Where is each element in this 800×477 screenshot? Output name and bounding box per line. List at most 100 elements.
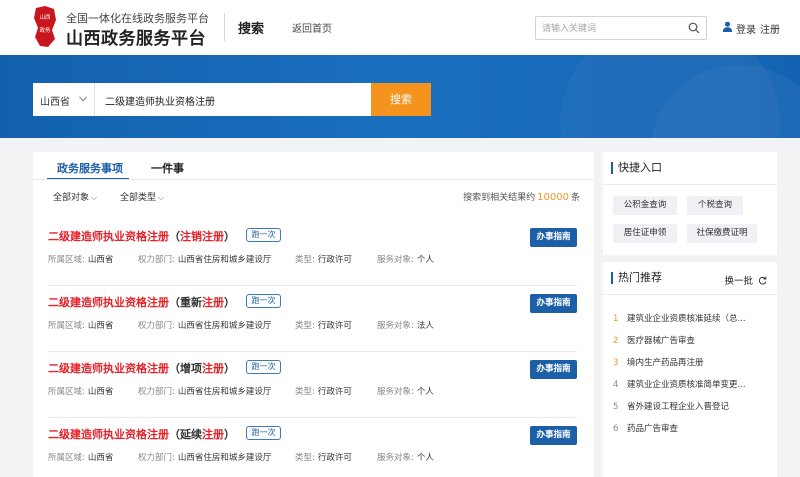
result-title-link[interactable]: 二级建造师执业资格注册（注销注册） (48, 228, 235, 244)
results-panel: 政务服务事项 一件事 全部对象 ⌵ 全部类型 ⌵ 搜索到相关结果约 10000 条 二级… (33, 152, 594, 477)
svg-text:山西: 山西 (39, 13, 51, 21)
meta-area-label: 所属区域: (48, 321, 85, 331)
result-title-link[interactable]: 二级建造师执业资格注册（增项注册） (48, 360, 235, 376)
service-guide-button[interactable]: 办事指南 (530, 360, 577, 379)
result-title-paren-close: ） (224, 296, 235, 309)
result-item: 二级建造师执业资格注册（增项注册） 跑一次 所属区域: 山西省 权力部门: 山西省住… (33, 352, 594, 418)
meta-area-label: 所属区域: (48, 387, 85, 397)
tab-gov-services[interactable]: 政务服务事项 (57, 160, 123, 176)
result-title-main: 二级建造师执业资格注册 (48, 428, 169, 441)
meta-type-label: 类型: (295, 453, 315, 463)
service-guide-button[interactable]: 办事指南 (530, 228, 577, 247)
hot-rank: 1 (613, 314, 619, 324)
meta-dept-value: 山西省住房和城乡建设厅 (177, 387, 272, 397)
refresh-batch-label: 换一批 (724, 276, 753, 287)
run-once-badge: 跑一次 (246, 228, 281, 242)
main-search-input[interactable]: 二级建造师执业资格注册 (105, 93, 215, 108)
panel-divider (603, 294, 777, 295)
meta-area-value: 山西省 (87, 255, 114, 265)
search-icon[interactable] (688, 22, 700, 34)
hot-list-item[interactable]: 2 医疗器械广告审查 (613, 334, 695, 346)
meta-area-value: 山西省 (87, 387, 114, 397)
meta-target-label: 服务对象: (377, 321, 414, 331)
hot-recommend-title: 热门推荐 (611, 272, 662, 284)
meta-target: 服务对象: 个人 (377, 451, 434, 463)
login-link[interactable]: 登录 (736, 21, 756, 36)
filter-type-dropdown[interactable]: 全部类型 ⌵ (120, 190, 164, 203)
chevron-down-icon (79, 96, 87, 102)
hot-rank: 6 (613, 424, 619, 434)
search-button[interactable]: 搜索 (371, 83, 431, 116)
result-title-paren-close: ） (224, 362, 235, 375)
meta-dept: 权力部门: 山西省住房和城乡建设厅 (138, 385, 271, 397)
quick-link-residence-permit[interactable]: 居住证申领 (613, 224, 677, 243)
register-link[interactable]: 注册 (760, 21, 780, 36)
shanxi-logo-icon[interactable]: 山西 政务 (32, 6, 58, 48)
hot-item-label: 建筑业企业资质核准简单变更... (627, 380, 746, 390)
hot-list-item[interactable]: 3 境内生产药品再注册 (613, 356, 704, 368)
meta-dept-value: 山西省住房和城乡建设厅 (177, 453, 272, 463)
result-title-paren-open: （延续 (169, 428, 202, 441)
meta-dept-label: 权力部门: (138, 255, 175, 265)
hot-recommend-panel: 热门推荐 换一批 1 建筑业企业资质核准延续（总... 2 医疗器械广告审查 3 境内… (603, 262, 777, 477)
region-select[interactable]: 山西省 (33, 83, 95, 116)
meta-target-label: 服务对象: (377, 255, 414, 265)
meta-type-label: 类型: (295, 387, 315, 397)
svg-text:政务: 政务 (39, 26, 51, 34)
platform-title[interactable]: 山西政务服务平台 (66, 24, 206, 49)
result-title-main: 二级建造师执业资格注册 (48, 230, 169, 243)
quick-link-social-security[interactable]: 社保缴费证明 (687, 224, 757, 243)
filter-object-label: 全部对象 (53, 193, 90, 203)
hot-list-item[interactable]: 6 药品广告审查 (613, 422, 678, 434)
meta-target-value: 个人 (416, 453, 434, 463)
quick-link-housing-fund[interactable]: 公积金查询 (613, 196, 677, 215)
meta-area: 所属区域: 山西省 (48, 385, 113, 397)
hot-list-item[interactable]: 1 建筑业企业资质核准延续（总... (613, 312, 746, 324)
meta-dept: 权力部门: 山西省住房和城乡建设厅 (138, 253, 271, 265)
meta-dept: 权力部门: 山西省住房和城乡建设厅 (138, 319, 271, 331)
chevron-down-icon: ⌵ (91, 193, 98, 202)
meta-target: 服务对象: 个人 (377, 385, 434, 397)
quick-entry-panel: 快捷入口 公积金查询 个税查询 居住证申领 社保缴费证明 (603, 152, 777, 255)
meta-type-label: 类型: (295, 255, 315, 265)
user-icon (722, 21, 733, 32)
meta-area: 所属区域: 山西省 (48, 451, 113, 463)
tab-one-thing[interactable]: 一件事 (151, 160, 184, 176)
result-title-keyword: 注册 (202, 362, 224, 375)
hot-rank: 4 (613, 380, 619, 390)
search-banner: 山西省 二级建造师执业资格注册 搜索 (0, 55, 800, 138)
hot-item-label: 境内生产药品再注册 (627, 358, 704, 368)
chevron-down-icon: ⌵ (158, 193, 165, 202)
meta-target-label: 服务对象: (377, 387, 414, 397)
run-once-badge: 跑一次 (246, 426, 281, 440)
meta-area: 所属区域: 山西省 (48, 253, 113, 265)
run-once-badge: 跑一次 (246, 294, 281, 308)
hot-list-item[interactable]: 5 省外建设工程企业入晋登记 (613, 400, 729, 412)
result-item: 二级建造师执业资格注册（延续注册） 跑一次 所属区域: 山西省 权力部门: 山西省住… (33, 418, 594, 477)
filter-object-dropdown[interactable]: 全部对象 ⌵ (53, 190, 97, 203)
quick-entry-title: 快捷入口 (611, 162, 662, 174)
service-guide-button[interactable]: 办事指南 (530, 426, 577, 445)
meta-dept-value: 山西省住房和城乡建设厅 (177, 255, 272, 265)
meta-target: 服务对象: 法人 (377, 319, 434, 331)
nav-home-link[interactable]: 返回首页 (292, 20, 332, 35)
refresh-batch-button[interactable]: 换一批 (724, 273, 767, 287)
nav-search[interactable]: 搜索 (238, 18, 264, 37)
result-title-link[interactable]: 二级建造师执业资格注册（延续注册） (48, 426, 235, 442)
meta-type-value: 行政许可 (317, 321, 352, 331)
result-title-keyword: 注册 (202, 428, 224, 441)
hot-item-label: 建筑业企业资质核准延续（总... (627, 314, 746, 324)
result-title-link[interactable]: 二级建造师执业资格注册（重新注册） (48, 294, 235, 310)
meta-area-value: 山西省 (87, 453, 114, 463)
header-search-box[interactable] (535, 16, 707, 40)
quick-link-tax[interactable]: 个税查询 (687, 196, 743, 215)
hot-item-label: 药品广告审查 (627, 424, 679, 434)
hot-list-item[interactable]: 4 建筑业企业资质核准简单变更... (613, 378, 746, 390)
header-search-input[interactable] (542, 21, 682, 36)
hot-rank: 5 (613, 402, 619, 412)
service-guide-button[interactable]: 办事指南 (530, 294, 577, 313)
result-title-paren-close: ） (224, 230, 235, 243)
top-header: 山西 政务 全国一体化在线政务服务平台 山西政务服务平台 搜索 返回首页 登录 … (0, 0, 800, 55)
result-count-number: 10000 (537, 192, 569, 203)
result-item: 二级建造师执业资格注册（重新注册） 跑一次 所属区域: 山西省 权力部门: 山西省住… (33, 286, 594, 352)
